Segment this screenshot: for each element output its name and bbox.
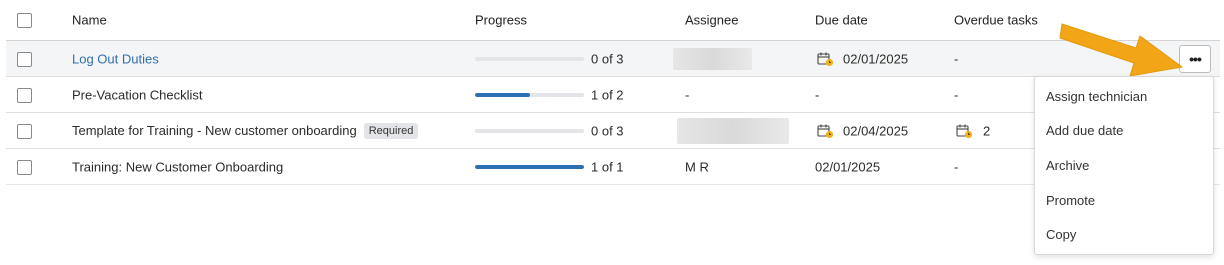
overdue-value: -	[954, 159, 959, 174]
menu-item-promote[interactable]: Promote	[1046, 193, 1095, 208]
row-name-cell: Template for Training - New customer onb…	[72, 122, 419, 139]
table-row[interactable]: Log Out Duties 0 of 3 02/01/2025 -	[6, 41, 1220, 77]
assignee-redacted	[677, 117, 789, 144]
arrow-icon	[1059, 23, 1183, 76]
assignee-value: -	[685, 87, 690, 102]
row-name-link[interactable]: Log Out Duties	[72, 51, 159, 66]
calendar-clock-icon	[817, 124, 834, 138]
progress-count: 0 of 3	[591, 123, 624, 138]
row-actions-menu: Assign technician Add due date Archive P…	[1034, 76, 1214, 255]
row-checkbox[interactable]	[17, 159, 32, 175]
row-checkbox[interactable]	[17, 51, 32, 67]
progress-count: 0 of 3	[591, 51, 624, 66]
overdue-value: -	[954, 87, 959, 102]
column-header-assignee[interactable]: Assignee	[685, 13, 738, 28]
assignee-redacted	[673, 47, 752, 70]
menu-item-assign-technician[interactable]: Assign technician	[1046, 89, 1147, 104]
row-checkbox[interactable]	[17, 123, 32, 139]
table-header: Name Progress Assignee Due date Overdue …	[6, 0, 1220, 41]
assignee-value: M R	[685, 159, 709, 174]
column-header-due-date[interactable]: Due date	[815, 13, 868, 28]
due-date-value: 02/04/2025	[843, 123, 909, 138]
column-header-progress[interactable]: Progress	[475, 13, 527, 28]
column-header-name[interactable]: Name	[72, 13, 107, 28]
menu-item-archive[interactable]: Archive	[1046, 158, 1089, 173]
progress-bar	[475, 92, 584, 97]
due-date-value: 02/01/2025	[843, 51, 909, 66]
menu-item-copy[interactable]: Copy	[1046, 227, 1076, 242]
progress-count: 1 of 2	[591, 87, 624, 102]
due-date-value: 02/01/2025	[815, 159, 881, 174]
row-name[interactable]: Template for Training - New customer onb…	[72, 123, 357, 138]
row-name[interactable]: Training: New Customer Onboarding	[72, 159, 283, 174]
progress-bar	[475, 56, 584, 61]
progress-bar-fill	[475, 92, 530, 97]
menu-item-add-due-date[interactable]: Add due date	[1046, 123, 1123, 138]
required-badge: Required	[363, 122, 419, 139]
row-name[interactable]: Pre-Vacation Checklist	[72, 87, 203, 102]
row-checkbox[interactable]	[17, 87, 32, 103]
progress-bar-fill	[475, 164, 584, 169]
calendar-clock-icon	[956, 124, 973, 138]
due-date-value: -	[815, 87, 820, 102]
column-header-overdue-tasks[interactable]: Overdue tasks	[954, 13, 1038, 28]
progress-bar	[475, 128, 584, 133]
calendar-clock-icon	[817, 52, 834, 66]
progress-count: 1 of 1	[591, 159, 624, 174]
select-all-checkbox[interactable]	[17, 13, 32, 28]
progress-bar	[475, 164, 584, 169]
overdue-value: 2	[983, 123, 991, 138]
more-horizontal-icon: •••	[1189, 51, 1202, 67]
overdue-value: -	[954, 51, 959, 66]
